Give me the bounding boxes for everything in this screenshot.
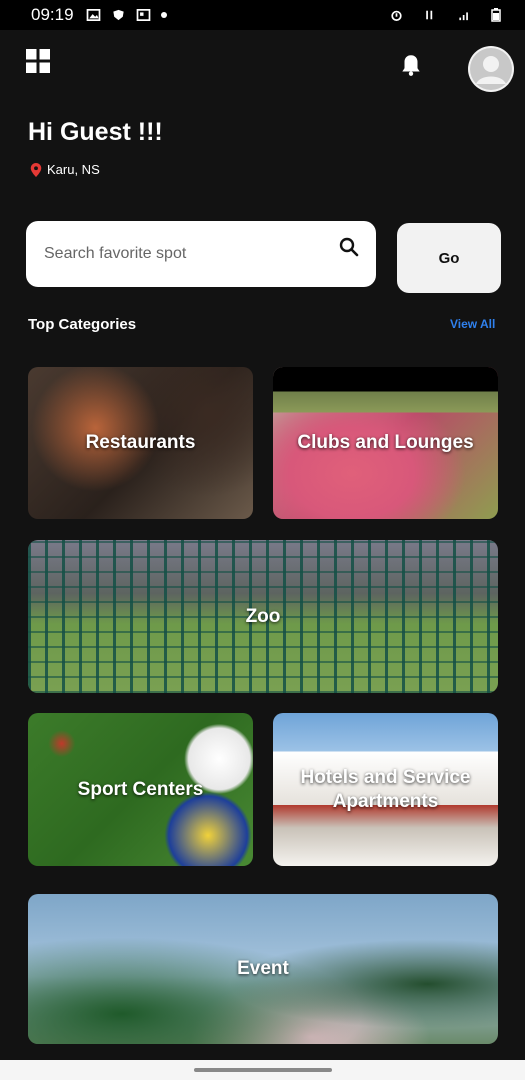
news-icon xyxy=(136,9,150,21)
category-label: Clubs and Lounges xyxy=(297,432,474,454)
search-input[interactable] xyxy=(44,245,358,263)
system-nav-bar xyxy=(0,1060,525,1080)
user-icon xyxy=(470,48,512,90)
battery-icon xyxy=(491,8,501,22)
alarm-icon xyxy=(391,10,402,21)
status-bar: 09:19 xyxy=(0,0,525,30)
menu-grid-icon[interactable] xyxy=(26,49,50,73)
category-label: Hotels and Service Apartments xyxy=(300,766,471,812)
category-card-event[interactable]: Event xyxy=(28,894,498,1044)
notification-bell-icon[interactable] xyxy=(398,52,424,78)
data-icon xyxy=(426,10,433,20)
location: Karu, NS xyxy=(30,162,100,177)
category-label: Sport Centers xyxy=(77,778,204,800)
greeting-title: Hi Guest !!! xyxy=(28,118,163,146)
go-button[interactable]: Go xyxy=(397,223,501,293)
avatar[interactable] xyxy=(468,46,514,92)
location-text: Karu, NS xyxy=(47,162,100,177)
category-card-sport-centers[interactable]: Sport Centers xyxy=(28,713,253,866)
category-label: Zoo xyxy=(245,605,281,627)
search-box xyxy=(26,221,376,287)
gallery-icon xyxy=(86,9,100,21)
shield-icon xyxy=(112,9,124,21)
category-label: Event xyxy=(237,958,289,980)
category-label: Restaurants xyxy=(85,432,196,454)
dot-icon xyxy=(160,12,167,18)
category-card-hotels[interactable]: Hotels and Service Apartments xyxy=(273,713,498,866)
home-indicator[interactable] xyxy=(194,1068,332,1072)
category-card-zoo[interactable]: Zoo xyxy=(28,540,498,693)
status-time: 09:19 xyxy=(31,5,74,24)
signal-icon xyxy=(459,12,468,21)
section-title: Top Categories xyxy=(28,316,137,333)
view-all-link[interactable]: View All xyxy=(450,317,495,331)
category-card-restaurants[interactable]: Restaurants xyxy=(28,367,253,519)
search-icon[interactable] xyxy=(339,237,359,257)
category-card-clubs-and-lounges[interactable]: Clubs and Lounges xyxy=(273,367,498,519)
location-pin-icon xyxy=(30,162,42,177)
